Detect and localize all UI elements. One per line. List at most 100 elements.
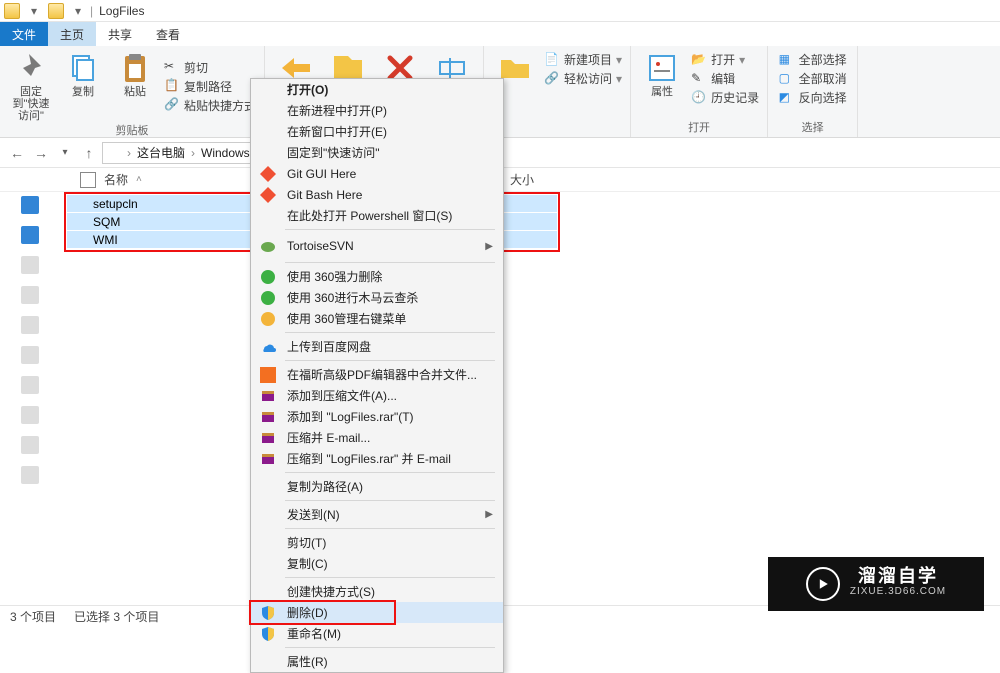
folder-icon xyxy=(107,146,121,160)
breadcrumb-item[interactable]: Windows ( xyxy=(201,146,257,160)
properties-button[interactable]: 属性 xyxy=(639,50,685,107)
ctx-pin-quick[interactable]: 固定到"快速访问" xyxy=(251,142,503,163)
sort-caret-icon: ˄ xyxy=(136,174,142,185)
ctx-separator xyxy=(285,528,495,529)
sidebar-icon[interactable] xyxy=(21,466,39,484)
tab-view[interactable]: 查看 xyxy=(144,22,192,46)
qat-overflow-icon[interactable]: ▾ xyxy=(70,3,86,19)
360-icon xyxy=(259,310,277,328)
ctx-send-to[interactable]: 发送到(N)▶ xyxy=(251,504,503,525)
tab-file[interactable]: 文件 xyxy=(0,22,48,46)
chevron-right-icon: ▶ xyxy=(485,509,493,520)
nav-recent-button[interactable]: ▾ xyxy=(54,142,76,164)
foxit-icon xyxy=(259,366,277,384)
copy-icon xyxy=(67,52,99,84)
ctx-rar-addlog[interactable]: 添加到 "LogFiles.rar"(T) xyxy=(251,406,503,427)
ctx-copy[interactable]: 复制(C) xyxy=(251,553,503,574)
paste-shortcut-button[interactable]: 🔗粘贴快捷方式 xyxy=(164,97,256,114)
history-icon: 🕘 xyxy=(691,90,707,106)
nav-pane[interactable] xyxy=(0,192,60,605)
folder-icon xyxy=(48,3,64,19)
ctx-360-delete[interactable]: 使用 360强力删除 xyxy=(251,266,503,287)
ctx-separator xyxy=(285,332,495,333)
copy-button[interactable]: 复制 xyxy=(60,50,106,122)
breadcrumb-item[interactable]: 这台电脑 xyxy=(137,144,185,161)
path-icon: 📋 xyxy=(164,78,180,94)
ctx-git-bash[interactable]: Git Bash Here xyxy=(251,184,503,205)
history-button[interactable]: 🕘历史记录 xyxy=(691,89,759,106)
sidebar-icon[interactable] xyxy=(21,346,39,364)
select-none-button[interactable]: ▢全部取消 xyxy=(779,70,847,87)
sidebar-icon[interactable] xyxy=(21,376,39,394)
column-name[interactable]: 名称 ˄ xyxy=(70,171,240,188)
ctx-open-new-window[interactable]: 在新窗口中打开(E) xyxy=(251,121,503,142)
watermark-title: 溜溜自学 xyxy=(858,568,938,584)
easy-access-button[interactable]: 🔗轻松访问▾ xyxy=(544,70,622,87)
open-button[interactable]: 📂打开▾ xyxy=(691,51,759,68)
ctx-rar-email[interactable]: 压缩并 E-mail... xyxy=(251,427,503,448)
nav-back-button[interactable]: ← xyxy=(6,142,28,164)
ctx-open-new-process[interactable]: 在新进程中打开(P) xyxy=(251,100,503,121)
ctx-rename[interactable]: 重命名(M) xyxy=(251,623,503,644)
nav-up-button[interactable]: ↑ xyxy=(78,142,100,164)
edit-icon: ✎ xyxy=(691,71,707,87)
ctx-powershell[interactable]: 在此处打开 Powershell 窗口(S) xyxy=(251,205,503,226)
winrar-icon xyxy=(259,408,277,426)
pin-icon xyxy=(15,52,47,84)
select-all-icon: ▦ xyxy=(779,52,795,68)
ribbon-group-clipboard: 固定到"快速访问" 复制 粘贴 ✂剪切 📋复制路径 🔗粘贴快捷方式 剪贴板 xyxy=(0,46,265,137)
ribbon-tabs: 文件 主页 共享 查看 xyxy=(0,22,1000,46)
sidebar-icon[interactable] xyxy=(21,436,39,454)
column-size[interactable]: 大小 xyxy=(500,171,544,188)
shortcut-icon: 🔗 xyxy=(164,97,180,113)
folder-icon xyxy=(73,197,87,211)
ribbon-group-open: 属性 📂打开▾ ✎编辑 🕘历史记录 打开 xyxy=(631,46,768,137)
ctx-tortoisesvn[interactable]: TortoiseSVN▶ xyxy=(251,233,503,259)
sidebar-icon[interactable] xyxy=(21,406,39,424)
play-icon xyxy=(806,567,840,601)
paste-icon xyxy=(119,52,151,84)
group-label-new xyxy=(556,123,559,135)
ctx-delete[interactable]: 删除(D) xyxy=(251,602,503,623)
ctx-create-shortcut[interactable]: 创建快捷方式(S) xyxy=(251,581,503,602)
ctx-separator xyxy=(285,647,495,648)
ctx-rar-add[interactable]: 添加到压缩文件(A)... xyxy=(251,385,503,406)
new-item-button[interactable]: 📄新建项目▾ xyxy=(544,51,622,68)
open-icon: 📂 xyxy=(691,52,707,68)
pin-quickaccess-button[interactable]: 固定到"快速访问" xyxy=(8,50,54,122)
sidebar-icon[interactable] xyxy=(21,316,39,334)
select-all-button[interactable]: ▦全部选择 xyxy=(779,51,847,68)
chevron-right-icon: › xyxy=(127,146,131,160)
folder-icon xyxy=(73,233,87,247)
ctx-360-menu[interactable]: 使用 360管理右键菜单 xyxy=(251,308,503,329)
cut-button[interactable]: ✂剪切 xyxy=(164,59,256,76)
edit-button[interactable]: ✎编辑 xyxy=(691,70,759,87)
ctx-baidu-upload[interactable]: 上传到百度网盘 xyxy=(251,336,503,357)
ctx-properties[interactable]: 属性(R) xyxy=(251,651,503,672)
status-count: 3 个项目 xyxy=(10,608,56,625)
paste-button[interactable]: 粘贴 xyxy=(112,50,158,122)
ctx-360-scan[interactable]: 使用 360进行木马云查杀 xyxy=(251,287,503,308)
qat-down-icon[interactable]: ▾ xyxy=(26,3,42,19)
watermark-url: ZIXUE.3D66.COM xyxy=(850,584,946,600)
address-box[interactable]: › 这台电脑 › Windows ( xyxy=(102,142,262,164)
tab-home[interactable]: 主页 xyxy=(48,22,96,46)
ctx-cut[interactable]: 剪切(T) xyxy=(251,532,503,553)
file-list-area[interactable]: setupcln SQM WMI xyxy=(60,192,1000,605)
invert-selection-button[interactable]: ◩反向选择 xyxy=(779,89,847,106)
ctx-separator xyxy=(285,500,495,501)
copy-path-button[interactable]: 📋复制路径 xyxy=(164,78,256,95)
sidebar-icon[interactable] xyxy=(21,256,39,274)
ctx-foxit-merge[interactable]: 在福昕高级PDF编辑器中合并文件... xyxy=(251,364,503,385)
tab-share[interactable]: 共享 xyxy=(96,22,144,46)
sidebar-icon[interactable] xyxy=(21,196,39,214)
ctx-rar-emaillog[interactable]: 压缩到 "LogFiles.rar" 并 E-mail xyxy=(251,448,503,469)
nav-forward-button[interactable]: → xyxy=(30,142,52,164)
ctx-copy-as-path[interactable]: 复制为路径(A) xyxy=(251,476,503,497)
ctx-git-gui[interactable]: Git GUI Here xyxy=(251,163,503,184)
group-label-open: 打开 xyxy=(688,119,710,135)
sidebar-icon[interactable] xyxy=(21,226,39,244)
select-all-checkbox[interactable] xyxy=(80,172,96,188)
sidebar-icon[interactable] xyxy=(21,286,39,304)
ctx-open[interactable]: 打开(O) xyxy=(251,79,503,100)
